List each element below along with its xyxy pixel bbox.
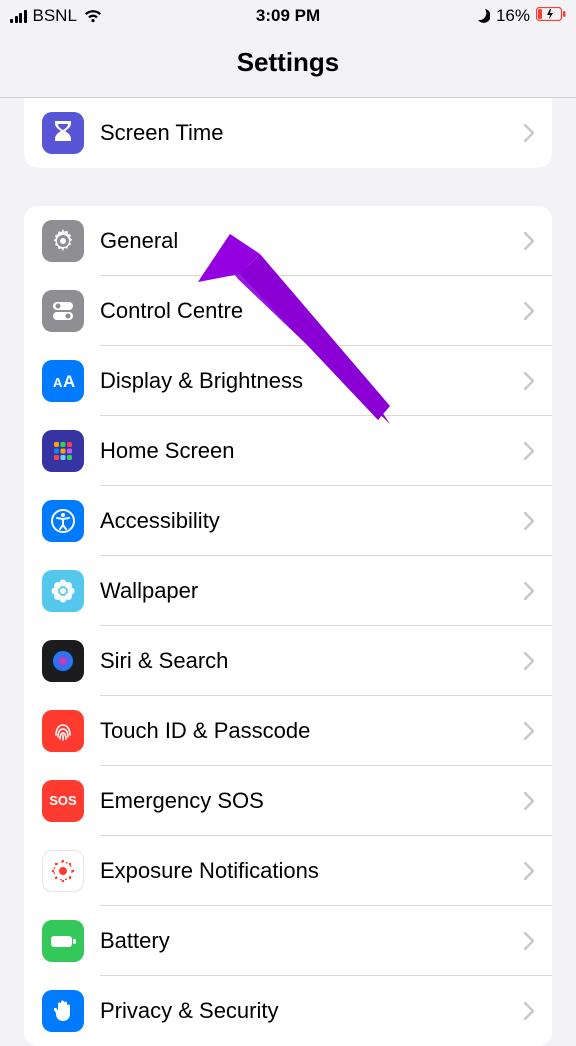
chevron-right-icon (524, 722, 534, 740)
row-touch-id-passcode[interactable]: Touch ID & Passcode (24, 696, 552, 766)
row-label: Exposure Notifications (100, 858, 524, 884)
row-label: Home Screen (100, 438, 524, 464)
row-label: Screen Time (100, 120, 524, 146)
row-exposure-notifications[interactable]: Exposure Notifications (24, 836, 552, 906)
row-label: General (100, 228, 524, 254)
battery-icon (536, 6, 566, 26)
toggles-icon (42, 290, 84, 332)
chevron-right-icon (524, 372, 534, 390)
row-label: Touch ID & Passcode (100, 718, 524, 744)
status-bar: BSNL 3:09 PM 16% (0, 0, 576, 28)
settings-group-screen-time: Screen Time (24, 98, 552, 168)
text-size-icon: AA (42, 360, 84, 402)
row-battery[interactable]: Battery (24, 906, 552, 976)
chevron-right-icon (524, 232, 534, 250)
chevron-right-icon (524, 442, 534, 460)
flower-icon (42, 570, 84, 612)
exposure-icon (42, 850, 84, 892)
svg-text:A: A (53, 375, 63, 390)
svg-text:SOS: SOS (49, 793, 77, 808)
row-privacy-security[interactable]: Privacy & Security (24, 976, 552, 1046)
accessibility-icon (42, 500, 84, 542)
sos-icon: SOS (42, 780, 84, 822)
chevron-right-icon (524, 932, 534, 950)
settings-group-general: General Control Centre AA Display & Brig… (24, 206, 552, 1046)
row-home-screen[interactable]: Home Screen (24, 416, 552, 486)
hand-icon (42, 990, 84, 1032)
row-general[interactable]: General (24, 206, 552, 276)
chevron-right-icon (524, 512, 534, 530)
row-accessibility[interactable]: Accessibility (24, 486, 552, 556)
hourglass-icon (42, 112, 84, 154)
battery-fill-icon (42, 920, 84, 962)
row-label: Accessibility (100, 508, 524, 534)
chevron-right-icon (524, 652, 534, 670)
row-wallpaper[interactable]: Wallpaper (24, 556, 552, 626)
row-label: Privacy & Security (100, 998, 524, 1024)
do-not-disturb-icon (474, 8, 490, 24)
cellular-signal-icon (10, 10, 27, 23)
row-label: Display & Brightness (100, 368, 524, 394)
row-label: Emergency SOS (100, 788, 524, 814)
row-display-brightness[interactable]: AA Display & Brightness (24, 346, 552, 416)
row-emergency-sos[interactable]: SOS Emergency SOS (24, 766, 552, 836)
chevron-right-icon (524, 582, 534, 600)
row-label: Siri & Search (100, 648, 524, 674)
status-time: 3:09 PM (256, 6, 320, 26)
chevron-right-icon (524, 302, 534, 320)
fingerprint-icon (42, 710, 84, 752)
row-control-centre[interactable]: Control Centre (24, 276, 552, 346)
row-label: Wallpaper (100, 578, 524, 604)
home-screen-icon (42, 430, 84, 472)
chevron-right-icon (524, 792, 534, 810)
gear-icon (42, 220, 84, 262)
siri-icon (42, 640, 84, 682)
page-title: Settings (237, 47, 340, 78)
svg-text:A: A (63, 372, 75, 391)
nav-header: Settings (0, 28, 576, 98)
chevron-right-icon (524, 124, 534, 142)
row-screen-time[interactable]: Screen Time (24, 98, 552, 168)
chevron-right-icon (524, 1002, 534, 1020)
wifi-icon (83, 9, 103, 23)
row-siri-search[interactable]: Siri & Search (24, 626, 552, 696)
row-label: Battery (100, 928, 524, 954)
battery-percent: 16% (496, 6, 530, 26)
chevron-right-icon (524, 862, 534, 880)
carrier-label: BSNL (33, 6, 77, 26)
row-label: Control Centre (100, 298, 524, 324)
